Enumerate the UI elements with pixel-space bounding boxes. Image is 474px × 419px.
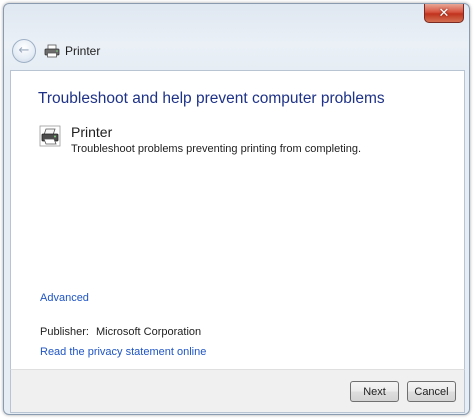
cancel-button[interactable]: Cancel	[407, 381, 456, 402]
troubleshooter-window: ✕ ← Printer Troubleshoot and help preven…	[3, 3, 470, 415]
navigation-bar: ← Printer	[12, 38, 100, 64]
publisher-info: Publisher: Microsoft Corporation	[40, 326, 201, 338]
publisher-name: Microsoft Corporation	[95, 326, 202, 338]
printer-icon	[39, 125, 61, 147]
page-heading: Troubleshoot and help prevent computer p…	[38, 90, 385, 107]
publisher-label: Publisher:	[40, 326, 89, 338]
back-button[interactable]: ←	[12, 39, 36, 63]
button-bar: Next Cancel	[10, 369, 465, 413]
close-button[interactable]: ✕	[424, 4, 464, 23]
window-title: Printer	[65, 44, 101, 58]
content-area: Troubleshoot and help prevent computer p…	[10, 70, 465, 369]
close-icon: ✕	[438, 5, 450, 21]
back-arrow-icon: ←	[18, 43, 30, 58]
next-button[interactable]: Next	[350, 381, 399, 402]
troubleshooter-title: Printer	[71, 124, 113, 140]
troubleshooter-description: Troubleshoot problems preventing printin…	[71, 143, 362, 155]
privacy-statement-link[interactable]: Read the privacy statement online	[40, 346, 206, 358]
printer-icon	[44, 44, 60, 58]
advanced-link[interactable]: Advanced	[40, 292, 89, 304]
